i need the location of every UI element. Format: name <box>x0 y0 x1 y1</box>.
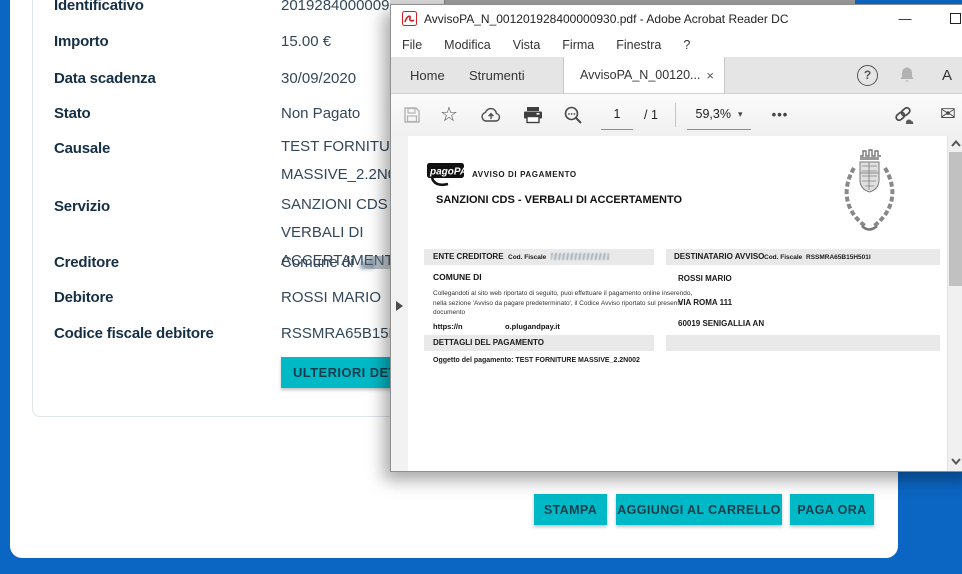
field-value-debitore: ROSSI MARIO <box>281 289 381 306</box>
bell-icon <box>899 66 915 84</box>
star-button[interactable]: ☆ <box>434 94 464 135</box>
field-value-importo: 15.00 € <box>281 33 331 50</box>
tab-strumenti[interactable]: Strumenti <box>463 57 531 93</box>
recipient-cf-value: RSSMRA65B15H501I <box>806 254 871 261</box>
menu-vista[interactable]: Vista <box>502 38 552 52</box>
help-button[interactable]: ? <box>857 57 878 93</box>
email-button[interactable]: ✉ <box>931 94 962 135</box>
print-button[interactable] <box>517 94 549 135</box>
maximize-glyph <box>950 13 961 24</box>
minimize-button[interactable]: — <box>891 5 919 32</box>
payment-url-suffix: o.plugandpay.it <box>505 322 560 331</box>
field-label-stato: Stato <box>54 105 91 122</box>
recipient-section-label: DESTINATARIO AVVISO <box>674 252 764 261</box>
recipient-name: ROSSI MARIO <box>678 274 732 283</box>
field-label-data-scadenza: Data scadenza <box>54 70 156 87</box>
notifications-button[interactable] <box>899 57 915 93</box>
cloud-upload-button[interactable] <box>475 94 507 135</box>
caret-down-icon: ▾ <box>738 109 743 120</box>
field-label-causale: Causale <box>54 140 110 157</box>
toolbar-divider <box>675 103 676 127</box>
search-button[interactable] <box>557 94 589 135</box>
creditor-section-label: ENTE CREDITORE <box>433 252 504 261</box>
pagopa-logo: pagoPA <box>426 162 470 190</box>
field-value-creditore: Comune diall <box>281 254 406 271</box>
creditor-cf-redacted <box>551 253 609 260</box>
save-button[interactable] <box>397 94 427 135</box>
tabbar: Home Strumenti AvvisoPA_N_00120... × ? A <box>391 57 962 93</box>
details-band-right <box>666 335 940 351</box>
details-section-label: DETTAGLI DEL PAGAMENTO <box>433 338 544 347</box>
stampa-button[interactable]: STAMPA <box>534 494 607 525</box>
toolbar: ☆ 1 / 1 59,3% ▾ <box>391 93 962 137</box>
coat-of-arms <box>838 146 900 240</box>
window-title: AvvisoPA_N_001201928400000930.pdf - Adob… <box>424 12 789 26</box>
pdf-title: SANZIONI CDS - VERBALI DI ACCERTAMENTO <box>436 194 682 206</box>
pdf-file-icon <box>402 11 417 26</box>
aggiungi-al-carrello-button[interactable]: AGGIUNGI AL CARRELLO <box>616 494 782 525</box>
cloud-upload-icon <box>480 106 502 123</box>
field-value-identificativo: 201928400000930 <box>281 0 406 14</box>
tab-home[interactable]: Home <box>404 57 451 93</box>
acrobat-reader-window: AvvisoPA_N_001201928400000930.pdf - Adob… <box>390 4 962 472</box>
field-value-stato: Non Pagato <box>281 105 360 122</box>
field-label-creditore: Creditore <box>54 254 119 271</box>
field-label-debitore: Debitore <box>54 289 113 306</box>
more-tools-button[interactable]: ••• <box>763 94 797 135</box>
menubar: File Modifica Vista Firma Finestra ? <box>391 32 962 57</box>
zoom-level-dropdown[interactable]: 59,3% ▾ <box>687 99 751 130</box>
creditor-name: COMUNE DI <box>433 272 482 282</box>
payment-subject: Oggetto del pagamento: TEST FORNITURE MA… <box>433 357 640 364</box>
tab-document-label: AvvisoPA_N_00120... <box>580 68 700 82</box>
svg-text:pagoPA: pagoPA <box>429 167 467 178</box>
menu-finestra[interactable]: Finestra <box>605 38 672 52</box>
navigation-pane-strip <box>391 136 409 471</box>
field-label-codice-fiscale: Codice fiscale debitore <box>54 325 214 342</box>
menu-firma[interactable]: Firma <box>551 38 605 52</box>
field-label-identificativo: Identificativo <box>54 0 144 14</box>
nav-pane-toggle-icon[interactable] <box>396 301 403 311</box>
pdf-header-label: AVVISO DI PAGAMENTO <box>472 170 577 179</box>
recipient-cf-label: Cod. Fiscale <box>764 254 802 261</box>
help-circle-icon: ? <box>857 65 878 86</box>
window-titlebar[interactable]: AvvisoPA_N_001201928400000930.pdf - Adob… <box>391 5 962 32</box>
maximize-button[interactable] <box>941 5 962 32</box>
recipient-address: VIA ROMA 111 <box>678 298 732 307</box>
recipient-city: 60019 SENIGALLIA AN <box>678 319 764 328</box>
search-icon <box>563 105 583 125</box>
zoom-level-value: 59,3% <box>696 107 731 121</box>
account-button[interactable]: A <box>942 57 952 93</box>
field-value-data-scadenza: 30/09/2020 <box>281 70 356 87</box>
document-viewer: pagoPA AVVISO DI PAGAMENTO SANZIONI CDS … <box>391 136 962 471</box>
field-label-servizio: Servizio <box>54 198 110 215</box>
payment-url-prefix: https://n <box>433 322 463 331</box>
scrollbar-thumb[interactable] <box>949 152 962 286</box>
creditor-cf-label: Cod. Fiscale <box>508 254 546 261</box>
creditore-text: Comune di <box>281 254 354 271</box>
paga-ora-button[interactable]: PAGA ORA <box>790 494 874 525</box>
print-icon <box>523 106 543 124</box>
page-count-label: / 1 <box>637 94 665 135</box>
field-label-importo: Importo <box>54 33 108 50</box>
save-icon <box>403 106 421 124</box>
creditor-info-text: Collegandoti al sito web riportato di se… <box>433 289 693 318</box>
tab-close-icon[interactable]: × <box>706 68 714 83</box>
menu-file[interactable]: File <box>391 38 433 52</box>
pdf-page: pagoPA AVVISO DI PAGAMENTO SANZIONI CDS … <box>408 136 947 471</box>
share-link-icon <box>892 105 916 125</box>
share-link-button[interactable] <box>887 94 921 135</box>
menu-help[interactable]: ? <box>672 38 701 52</box>
scroll-down-icon[interactable] <box>951 458 961 465</box>
tab-document[interactable]: AvvisoPA_N_00120... × <box>563 57 725 93</box>
page-number-input[interactable]: 1 <box>601 99 633 130</box>
menu-modifica[interactable]: Modifica <box>433 38 502 52</box>
scroll-up-icon[interactable] <box>951 140 961 147</box>
vertical-scrollbar[interactable] <box>947 136 962 471</box>
